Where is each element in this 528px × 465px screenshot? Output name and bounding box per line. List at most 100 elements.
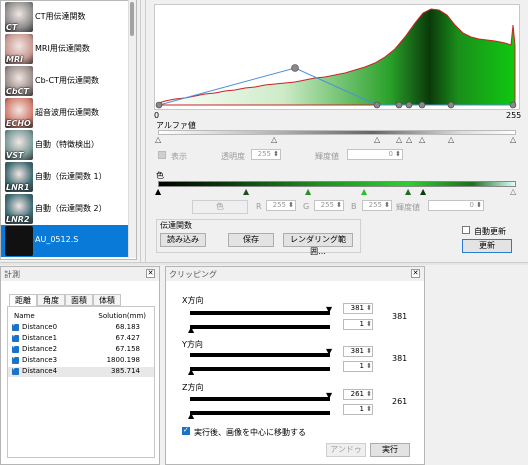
y-max-spinner[interactable]: 381 bbox=[343, 346, 373, 357]
measure-tab[interactable]: 面積 bbox=[65, 294, 93, 306]
luminance2-spinner[interactable]: 0 bbox=[428, 200, 484, 211]
x-min-slider-handle[interactable]: ▲ bbox=[188, 325, 194, 334]
measurement-checkbox[interactable] bbox=[12, 321, 19, 331]
measurement-row[interactable]: Distance2 67.158 bbox=[8, 343, 154, 355]
measurement-checkbox[interactable] bbox=[12, 365, 19, 375]
preset-list-scroll-thumb[interactable] bbox=[130, 2, 134, 36]
r-spinner[interactable]: 255 bbox=[266, 200, 296, 211]
x-max-slider-track[interactable] bbox=[190, 311, 330, 315]
preset-thumbnail bbox=[5, 226, 33, 256]
preset-item[interactable]: ECHO 超音波用伝達関数 bbox=[1, 97, 129, 129]
move-center-checkbox[interactable] bbox=[182, 426, 190, 435]
alpha-marker[interactable]: △ bbox=[406, 135, 412, 144]
alpha-point-3 bbox=[395, 101, 403, 109]
preset-item[interactable]: AU_0512.S bbox=[1, 225, 129, 257]
measurement-row[interactable]: Distance0 68.183 bbox=[8, 321, 154, 333]
color-marker[interactable]: ▲ bbox=[420, 187, 426, 196]
clipping-close-icon[interactable]: ✕ bbox=[411, 269, 420, 278]
z-direction-label: Z方向 bbox=[182, 383, 204, 392]
z-min-slider-track[interactable] bbox=[190, 411, 330, 415]
y-max-slider-handle[interactable]: ▼ bbox=[326, 347, 332, 356]
preset-item[interactable]: LNR1 自動（伝達関数 1） bbox=[1, 161, 129, 193]
z-min-spinner[interactable]: 1 bbox=[343, 404, 373, 415]
update-button[interactable]: 更新 bbox=[462, 239, 512, 253]
preset-item[interactable]: VST 自動（特徴検出） bbox=[1, 129, 129, 161]
measure-tab[interactable]: 体積 bbox=[93, 294, 121, 306]
alpha-marker-row[interactable]: △ △ △ △ △ △ △ △ bbox=[155, 135, 516, 144]
measurement-value: 67.427 bbox=[115, 334, 141, 342]
alpha-point-1 bbox=[291, 64, 299, 72]
alpha-marker[interactable]: △ bbox=[155, 135, 161, 144]
alpha-marker[interactable]: △ bbox=[374, 135, 380, 144]
opacity-spinner[interactable]: 255 bbox=[251, 149, 281, 160]
execute-button[interactable]: 実行 bbox=[370, 443, 410, 457]
b-spinner[interactable]: 255 bbox=[362, 200, 392, 211]
scale-min-label: 0 bbox=[154, 111, 160, 120]
auto-update-checkbox[interactable] bbox=[462, 226, 470, 234]
preset-thumbnail: LNR2 bbox=[5, 194, 33, 224]
histogram-graph[interactable] bbox=[154, 4, 520, 110]
measurement-value: 1800.198 bbox=[106, 356, 140, 364]
alpha-marker[interactable]: △ bbox=[396, 135, 402, 144]
y-min-spinner[interactable]: 1 bbox=[343, 361, 373, 372]
alpha-marker[interactable]: △ bbox=[419, 135, 425, 144]
y-total-label: 381 bbox=[392, 354, 408, 363]
x-max-spinner[interactable]: 381 bbox=[343, 303, 373, 314]
alpha-marker[interactable]: △ bbox=[448, 135, 454, 144]
color-marker[interactable]: △ bbox=[510, 187, 516, 196]
measurement-row[interactable]: Distance4 385.714 bbox=[8, 365, 154, 377]
x-min-slider-track[interactable] bbox=[190, 325, 330, 329]
b-label: B bbox=[351, 202, 357, 211]
preset-list[interactable]: CT CT用伝達関数 MRI MRI用伝達関数 CbCT Cb-CT用伝達関数 ECHO 超音… bbox=[0, 0, 137, 260]
preset-item[interactable]: CbCT Cb-CT用伝達関数 bbox=[1, 65, 129, 97]
color-marker-row[interactable]: ▲ ▲ ▲ ▲ ▲ ▲ △ bbox=[155, 187, 516, 196]
color-marker[interactable]: ▲ bbox=[405, 187, 411, 196]
alpha-point-0 bbox=[155, 101, 163, 109]
color-marker[interactable]: ▲ bbox=[155, 187, 161, 196]
measurement-row[interactable]: Distance3 1800.198 bbox=[8, 354, 154, 366]
measure-close-icon[interactable]: ✕ bbox=[146, 269, 155, 278]
measurement-checkbox[interactable] bbox=[12, 332, 19, 342]
z-max-slider-track[interactable] bbox=[190, 397, 330, 401]
measurement-checkbox[interactable] bbox=[12, 343, 19, 353]
x-max-slider-handle[interactable]: ▼ bbox=[326, 305, 332, 314]
alpha-marker[interactable]: △ bbox=[271, 135, 277, 144]
color-picker-button[interactable]: 色 bbox=[192, 200, 248, 214]
measure-tab[interactable]: 距離 bbox=[9, 294, 37, 306]
color-marker[interactable]: ▲ bbox=[361, 187, 367, 196]
y-max-slider-track[interactable] bbox=[190, 353, 330, 357]
measurement-value: 67.158 bbox=[115, 345, 141, 353]
luminance-spinner[interactable]: 0 bbox=[347, 149, 403, 160]
measure-title: 計測 bbox=[4, 270, 20, 279]
y-min-slider-handle[interactable]: ▲ bbox=[188, 367, 194, 376]
measure-tab[interactable]: 角度 bbox=[37, 294, 65, 306]
z-max-spinner[interactable]: 261 bbox=[343, 389, 373, 400]
r-label: R bbox=[256, 202, 262, 211]
save-button[interactable]: 保存 bbox=[228, 233, 274, 247]
g-spinner[interactable]: 255 bbox=[314, 200, 344, 211]
preset-thumbnail-label: MRI bbox=[6, 55, 24, 64]
measure-list[interactable]: Name Solution(mm) Distance068.183Distanc… bbox=[7, 306, 155, 458]
alpha-marker[interactable]: △ bbox=[510, 135, 516, 144]
preset-item[interactable]: MRI MRI用伝達関数 bbox=[1, 33, 129, 65]
measurement-name: Distance4 bbox=[22, 367, 58, 375]
measurement-name: Distance2 bbox=[22, 345, 58, 353]
z-max-slider-handle[interactable]: ▼ bbox=[326, 391, 332, 400]
measurement-row[interactable]: Distance1 67.427 bbox=[8, 332, 154, 344]
color-marker[interactable]: ▲ bbox=[305, 187, 311, 196]
splitter[interactable] bbox=[140, 0, 146, 262]
preset-item[interactable]: LNR2 自動（伝達関数 2） bbox=[1, 193, 129, 225]
color-marker[interactable]: ▲ bbox=[243, 187, 249, 196]
measurement-checkbox[interactable] bbox=[12, 354, 19, 364]
render-range-button[interactable]: レンダリング範囲... bbox=[283, 233, 353, 256]
load-button[interactable]: 読み込み bbox=[160, 233, 206, 247]
z-min-slider-handle[interactable]: ▲ bbox=[188, 411, 194, 420]
x-min-spinner[interactable]: 1 bbox=[343, 319, 373, 330]
display-checkbox[interactable] bbox=[158, 151, 166, 159]
preset-item[interactable]: CT CT用伝達関数 bbox=[1, 1, 129, 33]
undo-button[interactable]: アンドゥ bbox=[326, 443, 366, 457]
y-min-slider-track[interactable] bbox=[190, 367, 330, 371]
alpha-point-7 bbox=[509, 101, 517, 109]
horizontal-splitter[interactable] bbox=[0, 262, 528, 265]
preset-list-scrollbar[interactable] bbox=[128, 0, 136, 258]
